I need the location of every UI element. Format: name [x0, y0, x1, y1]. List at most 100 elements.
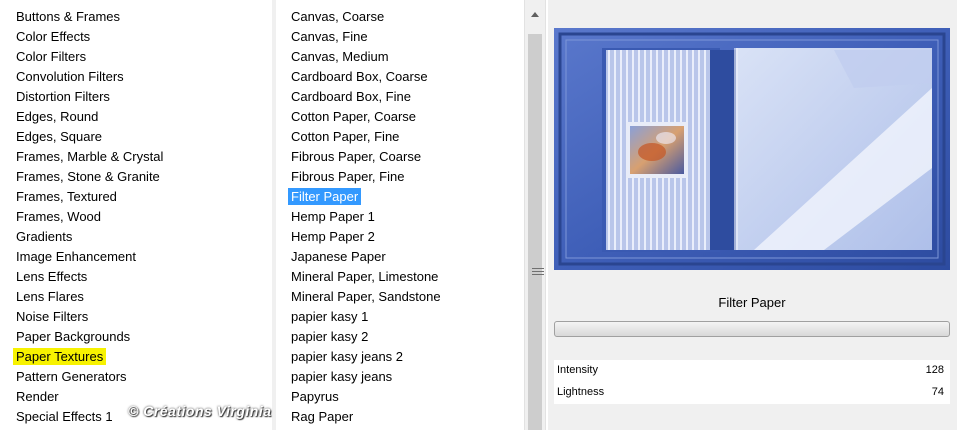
category-label: Gradients [16, 229, 73, 244]
category-label: Edges, Round [16, 109, 99, 124]
filter-label: papier kasy jeans [291, 369, 393, 384]
filter-label: Japanese Paper [291, 249, 386, 264]
category-label: Special Effects 1 [16, 409, 113, 424]
filter-item[interactable]: Fibrous Paper, Fine [276, 167, 524, 187]
category-item[interactable]: Image Enhancement [0, 247, 272, 267]
category-label: Color Effects [16, 29, 91, 44]
filter-label: papier kasy 1 [291, 309, 369, 324]
filter-item[interactable]: Cotton Paper, Fine [276, 127, 524, 147]
filter-item[interactable]: Hemp Paper 2 [276, 227, 524, 247]
preview-panel: Filter Paper Intensity 128 Lightness 74 [548, 0, 957, 430]
filter-label: Fibrous Paper, Fine [291, 169, 405, 184]
category-label: Distortion Filters [16, 89, 110, 104]
filter-item[interactable]: Fibrous Paper, Coarse [276, 147, 524, 167]
category-item[interactable]: Lens Effects [0, 267, 272, 287]
category-label: Convolution Filters [16, 69, 124, 84]
category-label: Image Enhancement [16, 249, 136, 264]
scrollbar-thumb[interactable] [528, 34, 544, 430]
category-label: Noise Filters [16, 309, 89, 324]
filter-item[interactable]: Japanese Paper [276, 247, 524, 267]
category-label: Edges, Square [16, 129, 103, 144]
category-label: Paper Textures [13, 348, 107, 365]
lightness-label: Lightness [557, 386, 605, 398]
category-label: Frames, Textured [16, 189, 117, 204]
category-item[interactable]: Gradients [0, 227, 272, 247]
filter-item[interactable]: papier kasy jeans [276, 367, 524, 387]
filter-item[interactable]: Mineral Paper, Limestone [276, 267, 524, 287]
intensity-value[interactable]: 128 [926, 364, 944, 376]
filter-label: Fibrous Paper, Coarse [291, 149, 422, 164]
filter-list-scrollbar[interactable] [524, 0, 546, 430]
category-item[interactable]: Paper Backgrounds [0, 327, 272, 347]
category-item[interactable]: Noise Filters [0, 307, 272, 327]
filter-list[interactable]: Canvas, Coarse Canvas, Fine Canvas, Medium… [276, 0, 524, 430]
filter-label: Rag Paper [291, 409, 354, 424]
filter-item[interactable]: Cardboard Box, Coarse [276, 67, 524, 87]
filter-item[interactable]: papier kasy 2 [276, 327, 524, 347]
category-item[interactable]: Buttons & Frames [0, 7, 272, 27]
filter-label: Canvas, Medium [291, 49, 389, 64]
filter-label: Hemp Paper 1 [291, 209, 375, 224]
filter-label: Filter Paper [288, 188, 362, 205]
category-item[interactable]: Lens Flares [0, 287, 272, 307]
grip-icon [532, 268, 544, 276]
watermark-text: © Créations Virginia [128, 403, 272, 419]
category-item[interactable]: Frames, Textured [0, 187, 272, 207]
filter-item[interactable]: Canvas, Medium [276, 47, 524, 67]
category-item[interactable]: Frames, Marble & Crystal [0, 147, 272, 167]
category-item[interactable]: Paper Textures [0, 347, 272, 367]
preview-image [554, 28, 950, 270]
category-item[interactable]: Pattern Generators [0, 367, 272, 387]
filter-items: Canvas, Coarse Canvas, Fine Canvas, Medium… [276, 0, 524, 427]
filter-item[interactable]: Rag Paper [276, 407, 524, 427]
filter-item[interactable]: Cardboard Box, Fine [276, 87, 524, 107]
category-label: Lens Flares [16, 289, 84, 304]
filter-label: Canvas, Fine [291, 29, 368, 44]
filter-label: Mineral Paper, Limestone [291, 269, 439, 284]
filter-item[interactable]: papier kasy 1 [276, 307, 524, 327]
category-label: Render [16, 389, 59, 404]
scroll-up-arrow-icon[interactable] [525, 0, 545, 32]
category-label: Color Filters [16, 49, 87, 64]
lightness-row[interactable]: Lightness 74 [554, 382, 950, 404]
category-item[interactable]: Edges, Round [0, 107, 272, 127]
category-item[interactable]: Distortion Filters [0, 87, 272, 107]
filter-item[interactable]: Filter Paper [276, 187, 524, 207]
intensity-label: Intensity [557, 364, 598, 376]
lightness-value[interactable]: 74 [932, 386, 944, 398]
category-label: Buttons & Frames [16, 9, 121, 24]
filter-item[interactable]: Canvas, Fine [276, 27, 524, 47]
progress-bar [554, 321, 950, 337]
filter-label: Cardboard Box, Coarse [291, 69, 428, 84]
filter-item[interactable]: Hemp Paper 1 [276, 207, 524, 227]
filter-label: Canvas, Coarse [291, 9, 385, 24]
category-label: Pattern Generators [16, 369, 127, 384]
filter-item[interactable]: Papyrus [276, 387, 524, 407]
filter-item[interactable]: Canvas, Coarse [276, 7, 524, 27]
category-label: Frames, Marble & Crystal [16, 149, 164, 164]
category-label: Paper Backgrounds [16, 329, 131, 344]
category-item[interactable]: Frames, Wood [0, 207, 272, 227]
category-item[interactable]: Color Effects [0, 27, 272, 47]
category-item[interactable]: Frames, Stone & Granite [0, 167, 272, 187]
filter-label: papier kasy jeans 2 [291, 349, 404, 364]
filter-label: Cotton Paper, Coarse [291, 109, 417, 124]
category-list[interactable]: Buttons & Frames Color Effects Color Filte… [0, 0, 272, 430]
filter-label: papier kasy 2 [291, 329, 369, 344]
category-item[interactable]: Edges, Square [0, 127, 272, 147]
filter-item[interactable]: Mineral Paper, Sandstone [276, 287, 524, 307]
category-item[interactable]: Convolution Filters [0, 67, 272, 87]
category-item[interactable]: Color Filters [0, 47, 272, 67]
filter-label: Cardboard Box, Fine [291, 89, 411, 104]
filter-item[interactable]: Cotton Paper, Coarse [276, 107, 524, 127]
filter-item[interactable]: papier kasy jeans 2 [276, 347, 524, 367]
filter-label: Hemp Paper 2 [291, 229, 375, 244]
category-label: Frames, Stone & Granite [16, 169, 160, 184]
category-label: Frames, Wood [16, 209, 102, 224]
filter-label: Papyrus [291, 389, 339, 404]
filter-label: Cotton Paper, Fine [291, 129, 400, 144]
filter-label: Mineral Paper, Sandstone [291, 289, 441, 304]
category-label: Lens Effects [16, 269, 88, 284]
intensity-row[interactable]: Intensity 128 [554, 360, 950, 382]
category-items: Buttons & Frames Color Effects Color Filte… [0, 0, 272, 427]
